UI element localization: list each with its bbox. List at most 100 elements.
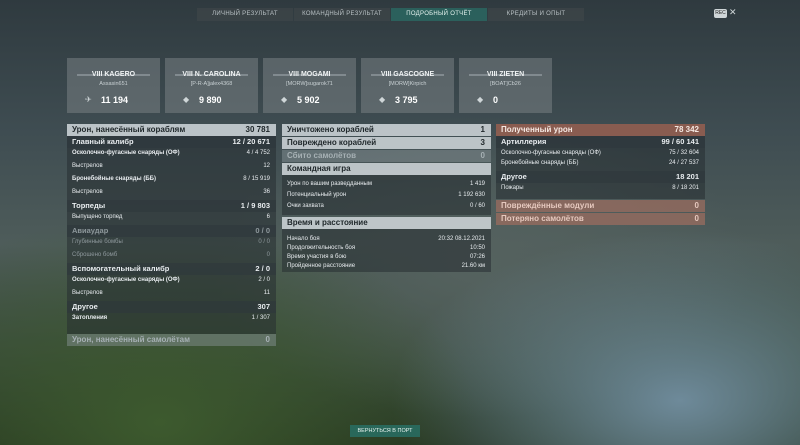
- row-label: Бронебойные снаряды (ББ): [72, 176, 156, 182]
- ship-card[interactable]: VIII MOGAMI [MORW]sugarok71 ◆ 5 902: [263, 58, 356, 113]
- row-label: Полученный урон: [501, 125, 573, 134]
- row-label: Повреждено кораблей: [287, 138, 377, 147]
- row-value: 10:50: [469, 245, 485, 251]
- participation-time-row: Время участия в бою 07:26: [282, 252, 491, 261]
- tab-credits[interactable]: КРЕДИТЫ И ОПЫТ: [488, 8, 584, 21]
- ship-card[interactable]: VIII GASCOGNE [MORW]Kirpich ◆ 3 795: [361, 58, 454, 113]
- row-value: 99 / 60 141: [661, 137, 699, 146]
- shots-row: Выстрелов 11: [67, 288, 276, 299]
- row-label: Главный калибр: [72, 137, 134, 146]
- shots-row: Выстрелов 36: [67, 187, 276, 198]
- row-label: Затопления: [72, 315, 108, 321]
- player-name: [BOAT]Cb26: [490, 81, 521, 87]
- row-label: Глубинные бомбы: [72, 239, 123, 245]
- ship-card[interactable]: VIII KAGERO Assasin651 ✈ 11 194: [67, 58, 160, 113]
- ship-damage: 9 890: [199, 95, 222, 105]
- ship-card[interactable]: VIII ZIETEN [BOAT]Cb26 ◆ 0: [459, 58, 552, 113]
- player-name: [MORW]Kirpich: [388, 81, 427, 87]
- row-value: 8 / 18 201: [672, 185, 699, 191]
- he-received-row: Осколочно-фугасные снаряды (ОФ) 75 / 32 6…: [496, 148, 705, 158]
- ship-name: VIII KAGERO: [91, 71, 136, 78]
- depth-charge-row: Глубинные бомбы 0 / 0: [67, 237, 276, 250]
- damage-icon: ◆: [281, 95, 288, 104]
- lost-planes-row: Потеряно самолётов 0: [496, 213, 705, 225]
- row-label: Торпеды: [72, 201, 106, 210]
- row-label: Выстрелов: [72, 290, 103, 296]
- row-label: Вспомогательный калибр: [72, 264, 170, 273]
- row-value: 12: [263, 163, 270, 169]
- ship-cards: VIII KAGERO Assasin651 ✈ 11 194 VIII N. …: [67, 58, 557, 113]
- fires-row: Пожары 8 / 18 201: [496, 183, 705, 196]
- row-label: Бронебойные снаряды (ББ): [501, 160, 579, 166]
- row-value: 24 / 27 537: [668, 160, 699, 166]
- row-value: 21.60 км: [461, 263, 485, 269]
- row-value: 0 / 60: [469, 203, 485, 209]
- row-value: 36: [263, 189, 270, 195]
- row-value: 12 / 20 671: [232, 137, 270, 146]
- row-label: Осколочно-фугасные снаряды (ОФ): [501, 150, 601, 156]
- bombs-dropped-row: Сброшено бомб 0: [67, 250, 276, 261]
- row-label: Выстрелов: [72, 189, 103, 195]
- return-to-port-button[interactable]: ВЕРНУТЬСЯ В ПОРТ: [350, 425, 420, 437]
- secondary-he-row: Осколочно-фугасные снаряды (ОФ) 2 / 0: [67, 275, 276, 288]
- row-label: Сбито самолётов: [287, 151, 357, 160]
- distance-row: Пройденное расстояние 21.60 км: [282, 261, 491, 270]
- damage-icon: ◆: [379, 95, 386, 104]
- row-value: 20:32 08.12.2021: [438, 236, 485, 242]
- row-value: 2 / 0: [258, 277, 270, 283]
- row-label: Продолжительность боя: [287, 245, 356, 251]
- row-label: Другое: [72, 302, 98, 311]
- row-value: 0: [480, 151, 485, 160]
- row-value: 1: [480, 125, 485, 134]
- row-value: 1 / 307: [251, 315, 270, 321]
- row-label: Урон по вашим разведданным: [287, 181, 372, 187]
- row-label: Выстрелов: [72, 163, 103, 169]
- tab-detailed[interactable]: ПОДРОБНЫЙ ОТЧЁТ: [391, 8, 487, 21]
- damage-label: Урон, нанесённый кораблям: [72, 125, 186, 134]
- ships-damaged-row: Повреждено кораблей 3: [282, 137, 491, 149]
- ship-card[interactable]: VIII N. CAROLINA [P-R-A]jalex4368 ◆ 9 89…: [165, 58, 258, 113]
- row-value: 6: [266, 214, 270, 220]
- planes-shot-down-row: Сбито самолётов 0: [282, 150, 491, 162]
- section-title: Время и расстояние: [287, 218, 368, 227]
- ship-name: VIII MOGAMI: [288, 71, 331, 78]
- row-value: 4 / 4 752: [246, 150, 270, 156]
- ship-damage: 11 194: [101, 95, 129, 105]
- damage-icon: ◆: [183, 95, 190, 104]
- tab-personal[interactable]: ЛИЧНЫЙ РЕЗУЛЬТАТ: [197, 8, 293, 21]
- row-label: Сброшено бомб: [72, 252, 118, 258]
- damage-value: 30 781: [245, 125, 270, 134]
- secondary-row: Вспомогательный калибр 2 / 0: [67, 263, 276, 275]
- row-value: 1 419: [469, 181, 485, 187]
- ship-damage: 5 902: [297, 95, 320, 105]
- row-value: 0: [694, 214, 699, 223]
- damage-dealt-header: Урон, нанесённый кораблям 30 781: [67, 124, 276, 136]
- row-label: Урон, нанесённый самолётам: [72, 335, 191, 344]
- close-icon[interactable]: ✕: [729, 7, 737, 18]
- row-value: 0: [266, 252, 270, 258]
- player-name: [P-R-A]jalex4368: [190, 81, 233, 87]
- ship-name: VIII ZIETEN: [486, 71, 525, 78]
- ship-name: VIII GASCOGNE: [380, 71, 435, 78]
- record-badge: REC: [714, 9, 727, 18]
- row-label: Очки захвата: [287, 203, 324, 209]
- row-label: Потенциальный урон: [287, 192, 347, 198]
- airstrike-row: Авиаудар 0 / 0: [67, 225, 276, 237]
- tab-team[interactable]: КОМАНДНЫЙ РЕЗУЛЬТАТ: [294, 8, 390, 21]
- potential-damage-row: Потенциальный урон 1 192 630: [282, 190, 491, 201]
- ships-destroyed-row: Уничтожено кораблей 1: [282, 124, 491, 136]
- row-label: Пройденное расстояние: [287, 263, 356, 269]
- team-play-header: Командная игра: [282, 163, 491, 175]
- row-value: 07:26: [469, 254, 485, 260]
- row-label: Осколочно-фугасные снаряды (ОФ): [72, 150, 180, 156]
- capture-points-row: Очки захвата 0 / 60: [282, 201, 491, 212]
- row-label: Начало боя: [287, 236, 320, 242]
- damage-icon: ✈: [85, 95, 92, 104]
- row-label: Повреждённые модули: [501, 201, 595, 210]
- row-label: Другое: [501, 172, 527, 181]
- row-label: Время участия в бою: [287, 254, 347, 260]
- row-value: 3: [480, 138, 485, 147]
- row-value: 11: [263, 290, 270, 296]
- row-value: 0 / 0: [255, 226, 270, 235]
- ship-name: VIII N. CAROLINA: [182, 71, 241, 78]
